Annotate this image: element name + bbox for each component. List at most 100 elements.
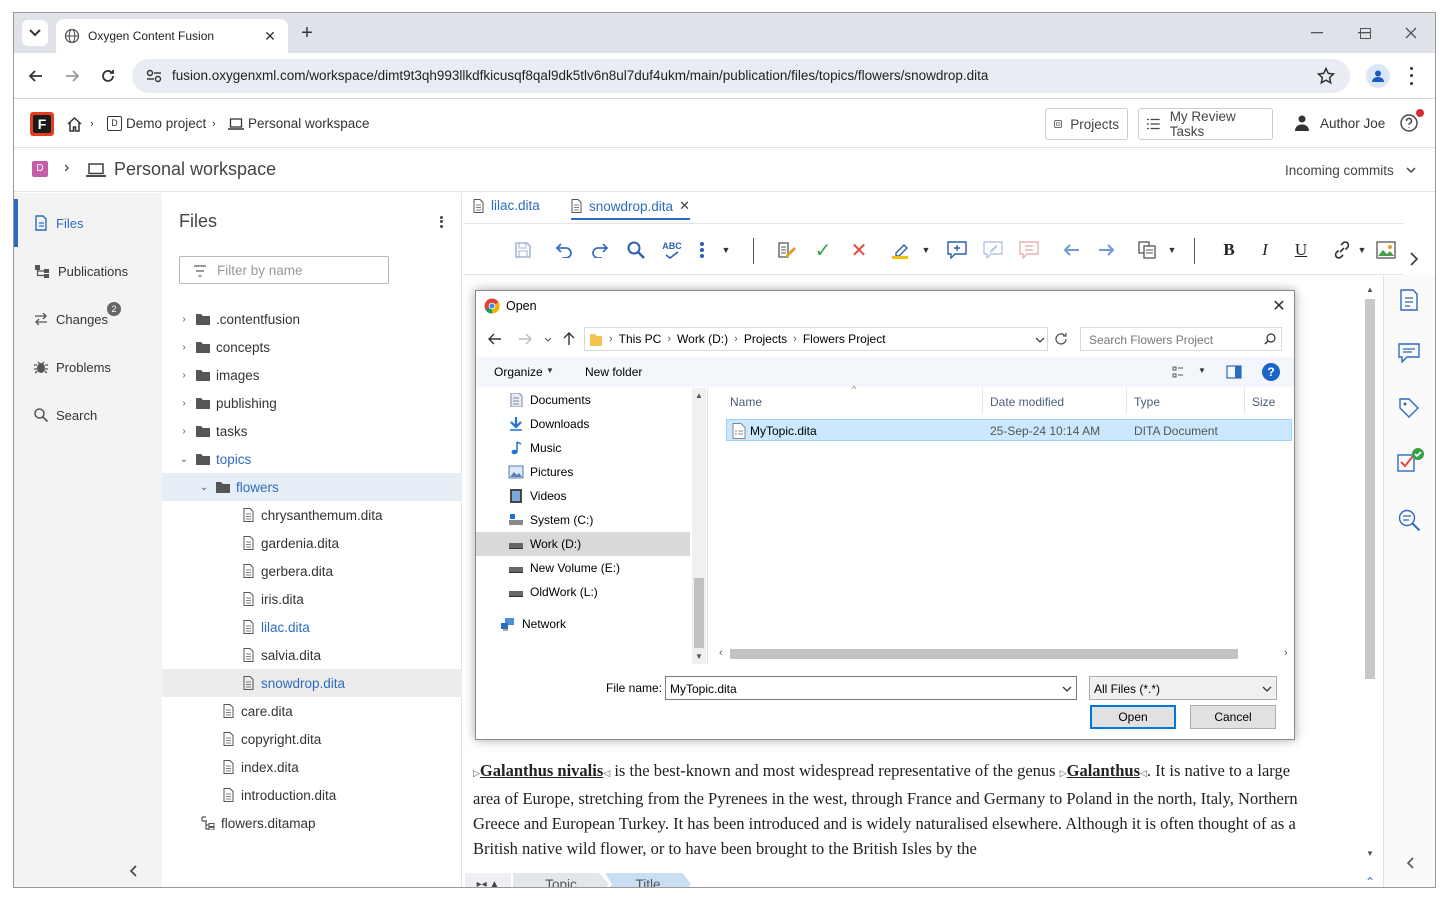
reload-button[interactable] (96, 64, 120, 88)
save-button[interactable] (512, 239, 534, 261)
tree-item[interactable]: › .contentfusion (162, 305, 462, 333)
col-date-modified[interactable]: Date modified (990, 395, 1064, 409)
filter-input[interactable]: Filter by name (179, 256, 389, 284)
arrow-right-icon[interactable] (518, 333, 532, 345)
recent-locations-icon[interactable] (544, 337, 552, 342)
dropdown-arrow-icon[interactable]: ▼ (715, 239, 737, 261)
tree-item-flowers[interactable]: ⌄ flowers (162, 473, 462, 501)
filename-input[interactable]: MyTopic.dita (665, 676, 1077, 700)
breadcrumb-title[interactable]: Title (605, 873, 691, 887)
comments-icon[interactable] (1398, 343, 1420, 363)
new-tab-button[interactable]: + (296, 22, 318, 44)
arrow-up-icon[interactable] (563, 332, 575, 346)
chevron-down-icon[interactable]: ⌄ (177, 454, 191, 465)
breadcrumb-project[interactable]: Demo project (126, 116, 206, 131)
tree-item[interactable]: gerbera.dita (162, 557, 462, 585)
nav-changes[interactable]: Changes 2 (14, 295, 162, 343)
organize-button[interactable]: Organize (494, 365, 543, 379)
nav-item-documents[interactable]: Documents (476, 388, 690, 412)
col-name[interactable]: Name (730, 395, 762, 409)
tree-item[interactable]: iris.dita (162, 585, 462, 613)
dropdown-arrow-icon[interactable]: ▼ (1351, 239, 1373, 261)
col-size[interactable]: Size (1252, 395, 1275, 409)
editor-scrollbar[interactable]: ▲ ▼ (1363, 281, 1377, 861)
dropdown-arrow-icon[interactable]: ▼ (1161, 239, 1183, 261)
back-button[interactable] (24, 64, 48, 88)
nav-item-music[interactable]: Music (476, 436, 690, 460)
tree-item-snowdrop[interactable]: snowdrop.dita (162, 669, 462, 697)
bold-button[interactable]: B (1218, 239, 1240, 261)
tree-item[interactable]: introduction.dita (162, 781, 462, 809)
projects-button[interactable]: Projects (1045, 108, 1128, 140)
toolbar-scroll-right-icon[interactable] (1409, 251, 1419, 267)
scroll-down-icon[interactable]: ▼ (1366, 849, 1374, 858)
tree-item-lilac[interactable]: lilac.dita (162, 613, 462, 641)
chevron-right-icon[interactable]: › (177, 398, 191, 409)
path-flowers-project[interactable]: Flowers Project (803, 332, 886, 346)
copy-button[interactable] (1137, 239, 1159, 261)
track-changes-button[interactable] (776, 239, 798, 261)
window-close-button[interactable] (1401, 23, 1421, 43)
path-this-pc[interactable]: This PC (619, 332, 662, 346)
nav-item-pictures[interactable]: Pictures (476, 460, 690, 484)
term-galanthus-nivalis[interactable]: Galanthus nivalis (480, 761, 603, 780)
more-actions-button[interactable] (697, 239, 707, 261)
scroll-right-icon[interactable]: › (1284, 647, 1288, 659)
scroll-thumb[interactable] (694, 578, 704, 648)
scroll-down-icon[interactable]: ▼ (695, 652, 703, 661)
profile-avatar[interactable] (1366, 64, 1390, 88)
nav-search[interactable]: Search (14, 391, 162, 439)
chevron-right-icon[interactable]: › (177, 370, 191, 381)
chevron-down-icon[interactable] (1035, 337, 1045, 343)
col-type[interactable]: Type (1134, 395, 1160, 409)
files-menu-icon[interactable] (438, 215, 444, 229)
tree-item[interactable]: gardenia.dita (162, 529, 462, 557)
tree-item-topics[interactable]: ⌄ topics (162, 445, 462, 473)
dropdown-arrow-icon[interactable]: ▼ (546, 366, 554, 375)
reject-change-icon[interactable]: ✕ (848, 239, 870, 262)
tree-item[interactable]: index.dita (162, 753, 462, 781)
scroll-thumb[interactable] (1365, 299, 1375, 679)
outline-icon[interactable] (1398, 289, 1420, 311)
nav-item-network[interactable]: Network (476, 612, 690, 636)
nav-item-new-volume-e[interactable]: New Volume (E:) (476, 556, 690, 580)
breadcrumb-topic[interactable]: Topic (513, 873, 609, 887)
scroll-left-icon[interactable]: ‹ (719, 647, 723, 659)
nav-item-system-c[interactable]: System (C:) (476, 508, 690, 532)
close-tab-icon[interactable]: ✕ (679, 198, 690, 214)
chevron-right-icon[interactable]: › (177, 426, 191, 437)
open-button[interactable]: Open (1090, 705, 1176, 729)
path-projects[interactable]: Projects (744, 332, 787, 346)
tree-item[interactable]: › publishing (162, 389, 462, 417)
italic-button[interactable]: I (1254, 239, 1276, 261)
tree-item[interactable]: copyright.dita (162, 725, 462, 753)
chevron-down-icon[interactable]: ⌄ (197, 482, 211, 493)
horizontal-scrollbar[interactable]: ‹ › (716, 646, 1294, 662)
tree-item[interactable]: › concepts (162, 333, 462, 361)
app-logo[interactable]: F (30, 112, 54, 136)
home-icon[interactable] (66, 116, 83, 132)
close-tab-icon[interactable]: ✕ (262, 28, 278, 44)
browser-tab[interactable]: Oxygen Content Fusion ✕ (56, 19, 288, 53)
address-bar[interactable]: fusion.oxygenxml.com/workspace/dimt9t3qh… (132, 59, 1350, 93)
collapse-right-icon[interactable] (1406, 857, 1414, 869)
spellcheck-button[interactable]: ABC (661, 239, 683, 261)
nav-publications[interactable]: Publications (14, 247, 162, 295)
tree-item[interactable]: chrysanthemum.dita (162, 501, 462, 529)
tree-item[interactable]: flowers.ditamap (162, 809, 462, 837)
expand-up-icon[interactable]: ⌃ (1365, 875, 1375, 887)
dropdown-arrow-icon[interactable]: ▼ (1198, 366, 1206, 375)
minimize-button-2[interactable] (1307, 23, 1327, 43)
next-change-button[interactable] (1096, 239, 1118, 261)
accept-change-icon[interactable]: ✓ (812, 239, 834, 262)
collapse-chevron-icon[interactable] (129, 865, 137, 877)
tab-lilac[interactable]: lilac.dita (473, 198, 540, 213)
nav-item-work-d[interactable]: Work (D:) (476, 532, 690, 556)
chevron-right-icon[interactable]: › (177, 314, 191, 325)
incoming-commits-label[interactable]: Incoming commits (1285, 163, 1394, 178)
nav-item-downloads[interactable]: Downloads (476, 412, 690, 436)
user-name[interactable]: Author Joe (1320, 116, 1385, 131)
tree-item[interactable]: salvia.dita (162, 641, 462, 669)
chevron-down-icon[interactable] (1062, 686, 1072, 692)
cancel-button[interactable]: Cancel (1190, 705, 1276, 729)
